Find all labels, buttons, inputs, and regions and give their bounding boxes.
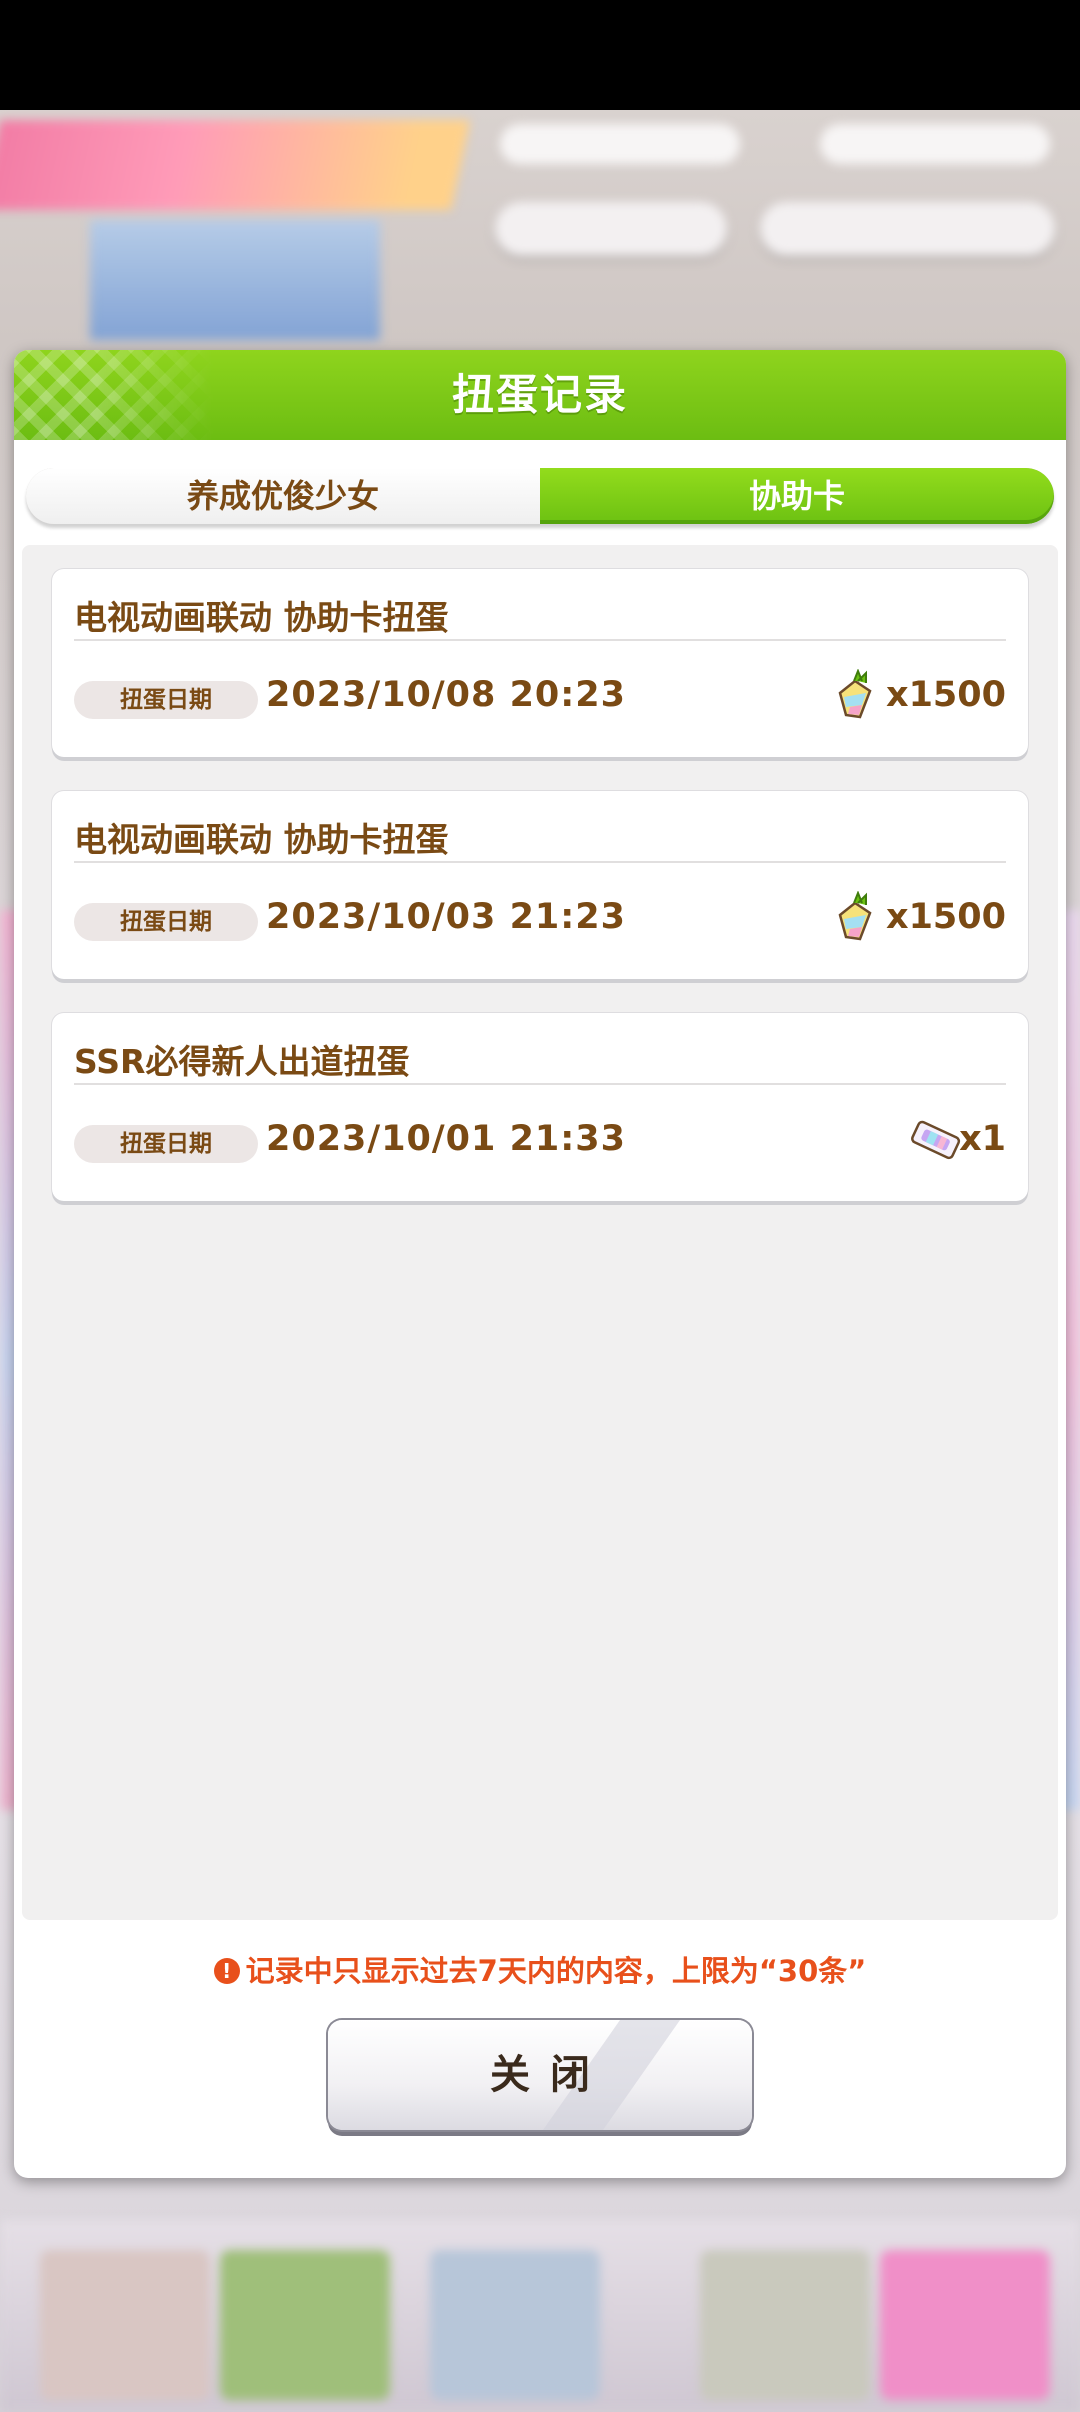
alert-icon: !: [213, 1958, 240, 1984]
background-nav-tile: [700, 2250, 870, 2400]
divider: [74, 1083, 1006, 1085]
tab-bar: 养成优俊少女 协助卡: [26, 468, 1054, 524]
record-list[interactable]: 电视动画联动 协助卡扭蛋 扭蛋日期 2023/10/08 20:23 x1500…: [22, 545, 1058, 1920]
background-resource-bar: [820, 124, 1050, 164]
carrot-jewel-icon: [838, 669, 872, 719]
divider: [74, 861, 1006, 863]
record-title: SSR必得新人出道扭蛋: [74, 1042, 410, 1081]
background-nav-tile: [880, 2250, 1050, 2400]
background-nav-tile: [430, 2250, 600, 2400]
background-pill-button: [760, 202, 1055, 256]
record-card: 电视动画联动 协助卡扭蛋 扭蛋日期 2023/10/08 20:23 x1500: [52, 569, 1028, 757]
record-date: 2023/10/08 20:23: [266, 675, 626, 715]
record-title: 电视动画联动 协助卡扭蛋: [74, 598, 449, 637]
background-pill-button: [495, 202, 727, 256]
gacha-ticket-icon: [911, 1120, 961, 1160]
tab-support-cards[interactable]: 协助卡: [540, 468, 1054, 524]
notice-text-row: ! 记录中只显示过去7天内的内容，上限为“30条”: [14, 1948, 1066, 1990]
date-label-badge: 扭蛋日期: [74, 903, 258, 941]
record-date: 2023/10/01 21:33: [266, 1119, 626, 1159]
background-nav-tile: [40, 2250, 210, 2400]
background-event-banner: [90, 220, 380, 340]
record-cost: x1500: [886, 897, 1006, 937]
gacha-history-dialog: 扭蛋记录 养成优俊少女 协助卡 电视动画联动 协助卡扭蛋 扭蛋日期 2023/1…: [14, 350, 1066, 2178]
record-title: 电视动画联动 协助卡扭蛋: [74, 820, 449, 859]
notice-text: 记录中只显示过去7天内的内容，上限为“30条”: [245, 1954, 867, 1988]
record-card: SSR必得新人出道扭蛋 扭蛋日期 2023/10/01 21:33 x1: [52, 1013, 1028, 1201]
record-cost: x1500: [886, 675, 1006, 715]
tab-train-girls[interactable]: 养成优俊少女: [26, 468, 540, 524]
background-nav-tile: [220, 2250, 390, 2400]
dialog-title: 扭蛋记录: [451, 370, 628, 419]
record-card: 电视动画联动 协助卡扭蛋 扭蛋日期 2023/10/03 21:23 x1500: [52, 791, 1028, 979]
status-bar: [0, 0, 1080, 110]
date-label-badge: 扭蛋日期: [74, 681, 258, 719]
carrot-jewel-icon: [838, 891, 872, 941]
record-date: 2023/10/03 21:23: [266, 897, 626, 937]
background-resource-bar: [500, 124, 740, 164]
close-button[interactable]: 关闭: [328, 2020, 752, 2130]
date-label-badge: 扭蛋日期: [74, 1125, 258, 1163]
close-button-label: 关闭: [490, 2052, 610, 2098]
divider: [74, 639, 1006, 641]
dialog-header: 扭蛋记录: [14, 350, 1066, 440]
background-title-banner: [0, 120, 471, 210]
record-cost: x1: [959, 1119, 1006, 1159]
